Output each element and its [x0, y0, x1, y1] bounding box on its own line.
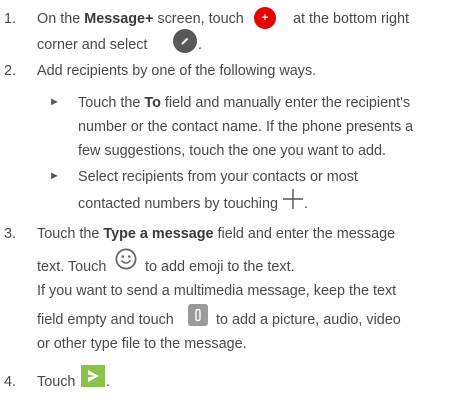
step-3-line-3: If you want to send a multimedia message…	[37, 283, 397, 299]
step-1-line-2-end: .	[198, 37, 202, 53]
bullet-2-line-2-end: .	[304, 196, 308, 212]
bullet-2-line-1: Select recipients from your contacts or …	[78, 169, 358, 185]
step-3-line-1: Touch the Type a message field and enter…	[37, 226, 396, 242]
step-number: 3.	[4, 226, 17, 242]
emoji-icon	[114, 247, 138, 274]
bullet-1-line-1: Touch the To field and manually enter th…	[78, 95, 411, 111]
step-2-line-1: Add recipients by one of the following w…	[37, 63, 317, 79]
step-3-line-4-end: to add a picture, audio, video	[216, 312, 401, 328]
step-4-line-1: Touch	[37, 374, 76, 390]
step-number: 2.	[4, 63, 17, 79]
step-3-line-2-end: to add emoji to the text.	[145, 259, 295, 275]
step-number: 1.	[4, 11, 17, 27]
bullet-marker: ►	[49, 96, 60, 108]
step-1-line-2: corner and select	[37, 37, 148, 53]
step-4-line-1-end: .	[106, 374, 110, 390]
plus-icon	[281, 187, 305, 214]
instructions-document: 1. On the Message+ screen, touch + at th…	[0, 0, 455, 410]
add-icon: +	[254, 7, 276, 29]
step-1-line-1-end: at the bottom right	[293, 11, 409, 27]
step-3-line-4: field empty and touch	[37, 312, 174, 328]
paperclip-icon	[188, 304, 208, 326]
bullet-2-line-2: contacted numbers by touching	[78, 196, 278, 212]
step-number: 4.	[4, 374, 17, 390]
send-icon	[81, 365, 105, 387]
bullet-marker: ►	[49, 170, 60, 182]
step-1-line-1: On the Message+ screen, touch	[37, 11, 244, 27]
pencil-icon	[173, 29, 197, 53]
step-3-line-2: text. Touch	[37, 259, 107, 275]
step-3-line-5: or other type file to the message.	[37, 336, 247, 352]
bullet-1-line-2: number or the contact name. If the phone…	[78, 119, 414, 135]
bullet-1-line-3: few suggestions, touch the one you want …	[78, 143, 387, 159]
